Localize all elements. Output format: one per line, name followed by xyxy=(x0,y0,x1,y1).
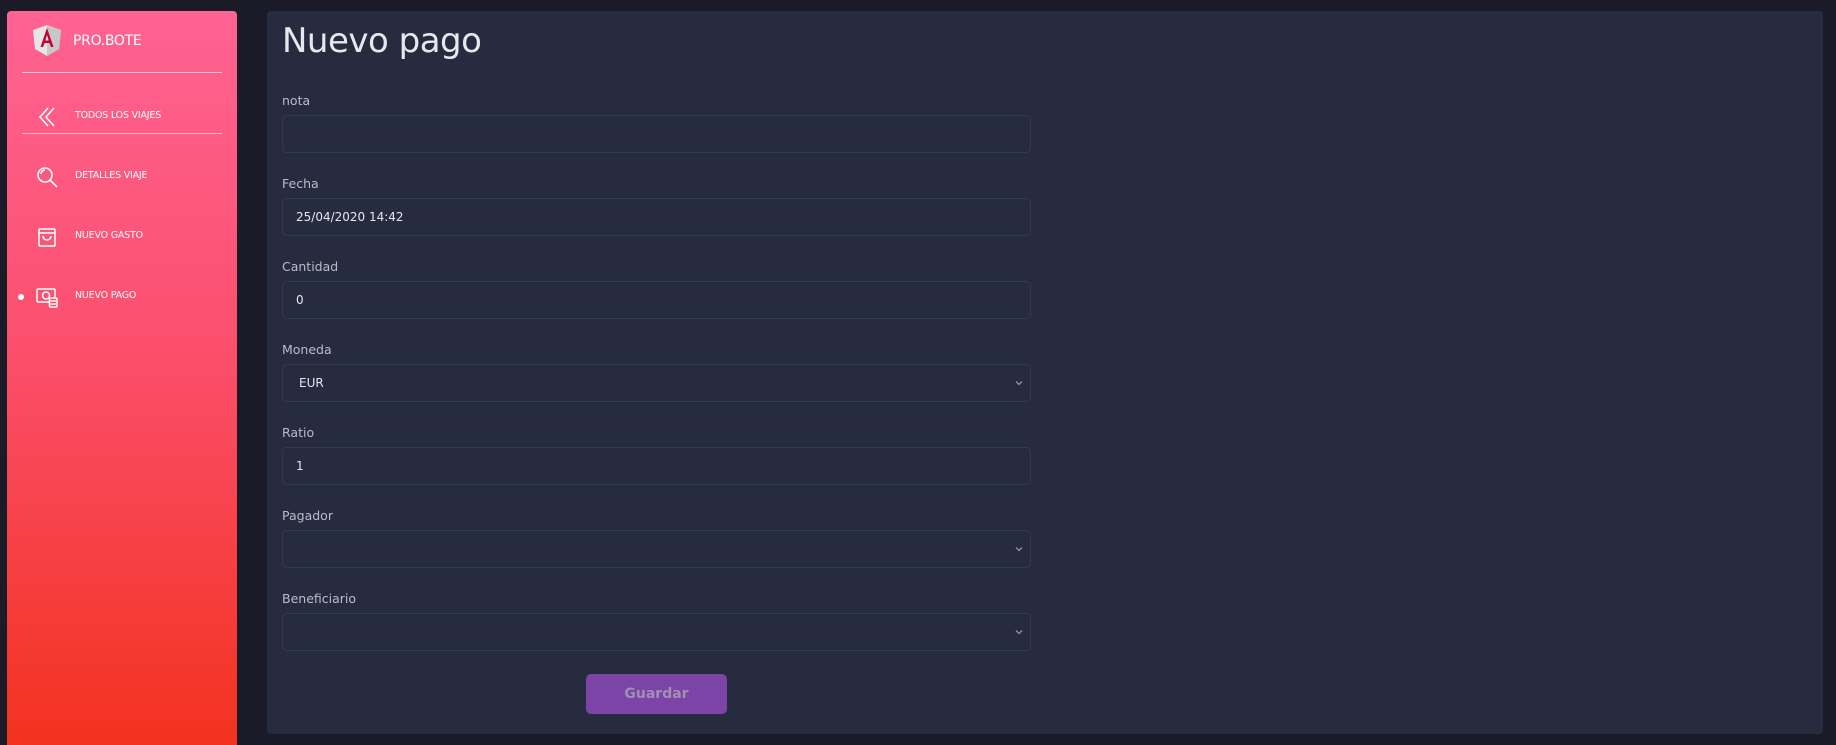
main-panel: Nuevo pago nota Fecha Cantidad Moneda EU… xyxy=(267,11,1823,734)
sidebar-item-label: TODOS LOS VIAJES xyxy=(75,110,162,121)
sidebar-item-label: DETALLES VIAJE xyxy=(75,170,148,181)
fecha-label: Fecha xyxy=(282,176,319,191)
ratio-input[interactable] xyxy=(282,447,1031,485)
nota-label: nota xyxy=(282,93,311,108)
beneficiario-select[interactable] xyxy=(282,613,1031,651)
sidebar: PRO.BOTE TODOS LOS VIAJES DETALLES VIAJE… xyxy=(7,11,237,745)
ratio-label: Ratio xyxy=(282,425,315,440)
cantidad-input[interactable] xyxy=(282,281,1031,319)
pagador-label: Pagador xyxy=(282,508,333,523)
page-title: Nuevo pago xyxy=(282,21,482,61)
brand[interactable]: PRO.BOTE xyxy=(33,25,142,56)
sidebar-divider xyxy=(22,133,222,134)
magnifier-icon xyxy=(37,167,58,188)
chevron-down-icon xyxy=(1015,381,1023,386)
moneda-select[interactable]: EUR xyxy=(282,364,1031,402)
beneficiario-label: Beneficiario xyxy=(282,591,357,606)
sidebar-item-label: NUEVO PAGO xyxy=(75,290,137,301)
fecha-input[interactable] xyxy=(282,198,1031,236)
angular-logo-icon xyxy=(33,25,61,56)
active-indicator xyxy=(18,294,24,300)
pagador-select[interactable] xyxy=(282,530,1031,568)
cantidad-label: Cantidad xyxy=(282,259,339,274)
moneda-label: Moneda xyxy=(282,342,332,357)
sidebar-item-detalles-viaje[interactable]: DETALLES VIAJE xyxy=(7,157,237,197)
sidebar-divider xyxy=(22,72,222,73)
chevron-down-icon xyxy=(1015,547,1023,552)
save-button[interactable]: Guardar xyxy=(586,674,727,714)
sidebar-item-todos-los-viajes[interactable]: TODOS LOS VIAJES xyxy=(7,97,237,137)
moneda-selected-value: EUR xyxy=(299,376,324,390)
brand-name: PRO.BOTE xyxy=(73,32,142,49)
double-chevron-left-icon xyxy=(38,107,55,127)
sidebar-item-nuevo-gasto[interactable]: NUEVO GASTO xyxy=(7,217,237,257)
chevron-down-icon xyxy=(1015,630,1023,635)
shopping-bag-icon xyxy=(38,228,56,247)
nota-input[interactable] xyxy=(282,115,1031,153)
sidebar-item-label: NUEVO GASTO xyxy=(75,230,143,241)
money-icon xyxy=(36,288,58,308)
sidebar-item-nuevo-pago[interactable]: NUEVO PAGO xyxy=(7,277,237,317)
